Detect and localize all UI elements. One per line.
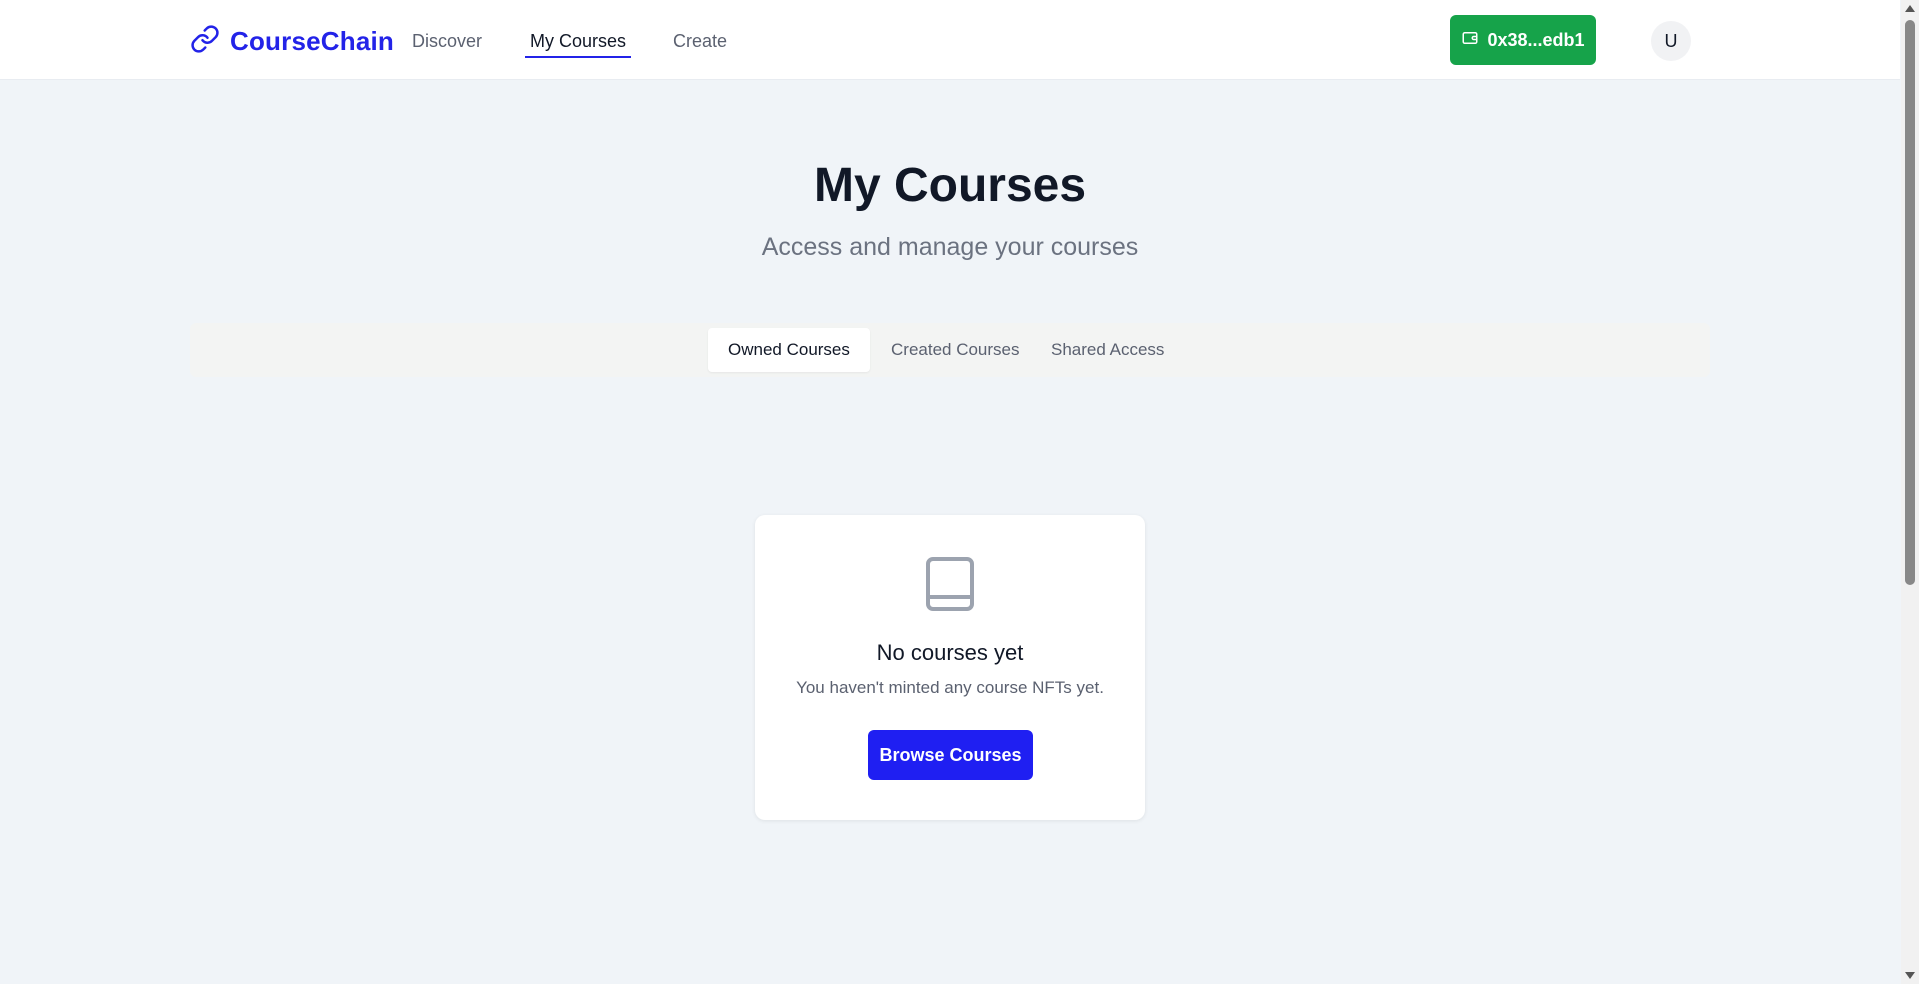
tab-shared-access[interactable]: Shared Access	[1031, 328, 1184, 372]
empty-state-title: No courses yet	[876, 640, 1024, 665]
book-icon	[924, 555, 978, 613]
page-subtitle: Access and manage your courses	[761, 233, 1139, 261]
nav-my-courses[interactable]: My Courses	[525, 31, 632, 58]
vertical-scrollbar[interactable]	[1901, 0, 1919, 984]
tab-owned-courses[interactable]: Owned Courses	[708, 328, 870, 372]
scroll-up-arrow-icon[interactable]	[1905, 5, 1915, 12]
empty-state-card: No courses yet You haven't minted any co…	[755, 515, 1145, 820]
tab-created-courses[interactable]: Created Courses	[871, 328, 1040, 372]
page: CourseChain Discover My Courses Create 0…	[0, 0, 1919, 984]
course-tabs: Owned Courses Created Courses Shared Acc…	[190, 323, 1710, 377]
scrollbar-thumb[interactable]	[1905, 20, 1915, 585]
nav-discover[interactable]: Discover	[407, 31, 487, 56]
scroll-down-arrow-icon[interactable]	[1905, 972, 1915, 979]
logo-link[interactable]: CourseChain	[190, 24, 394, 59]
top-navbar: CourseChain Discover My Courses Create 0…	[0, 0, 1900, 80]
nav-create[interactable]: Create	[668, 31, 732, 56]
wallet-button[interactable]: 0x38...edb1	[1450, 15, 1596, 65]
logo-text: CourseChain	[230, 26, 395, 56]
page-title: My Courses	[813, 159, 1087, 212]
wallet-icon	[1461, 29, 1479, 52]
user-avatar[interactable]: U	[1651, 21, 1691, 61]
wallet-address: 0x38...edb1	[1487, 29, 1585, 50]
browse-courses-button[interactable]: Browse Courses	[868, 730, 1033, 780]
empty-state-description: You haven't minted any course NFTs yet.	[796, 678, 1104, 697]
link-icon	[190, 24, 220, 59]
